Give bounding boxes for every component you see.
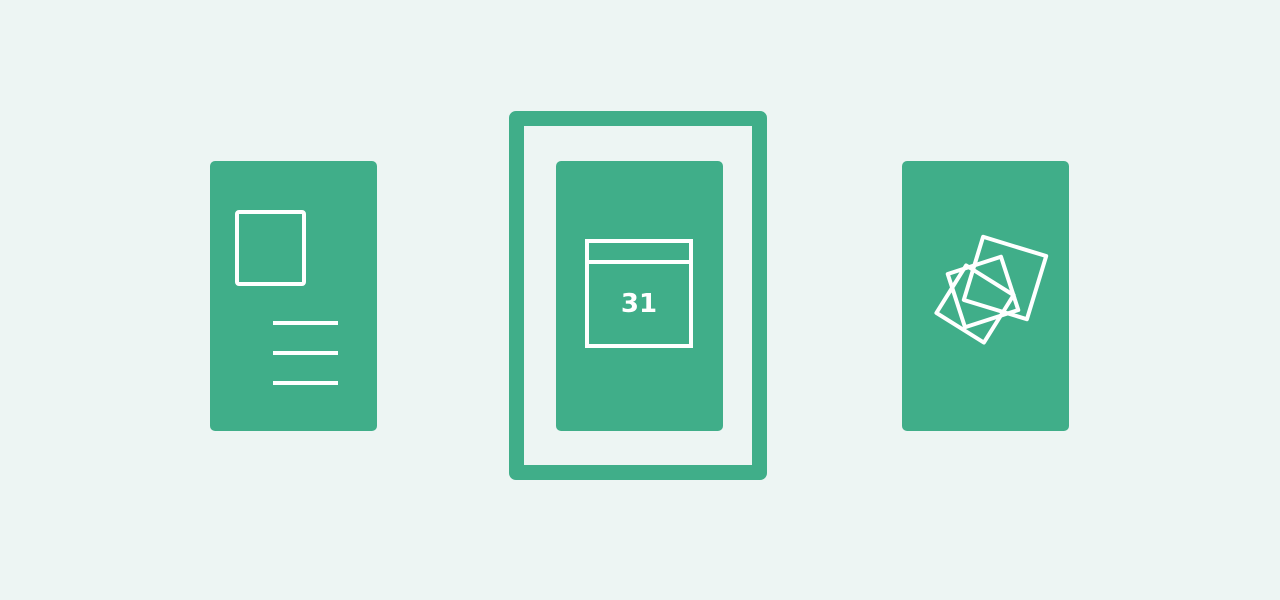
photo-stack-icon xyxy=(934,234,1049,345)
layout-picker: 31 xyxy=(0,0,1280,600)
calendar-icon: 31 xyxy=(585,239,693,348)
calendar-day-number: 31 xyxy=(621,289,657,319)
document-layout-icon xyxy=(235,210,338,385)
calendar-layout-card[interactable]: 31 xyxy=(556,161,723,431)
gallery-layout-card[interactable] xyxy=(902,161,1069,431)
document-layout-card[interactable] xyxy=(210,161,377,431)
